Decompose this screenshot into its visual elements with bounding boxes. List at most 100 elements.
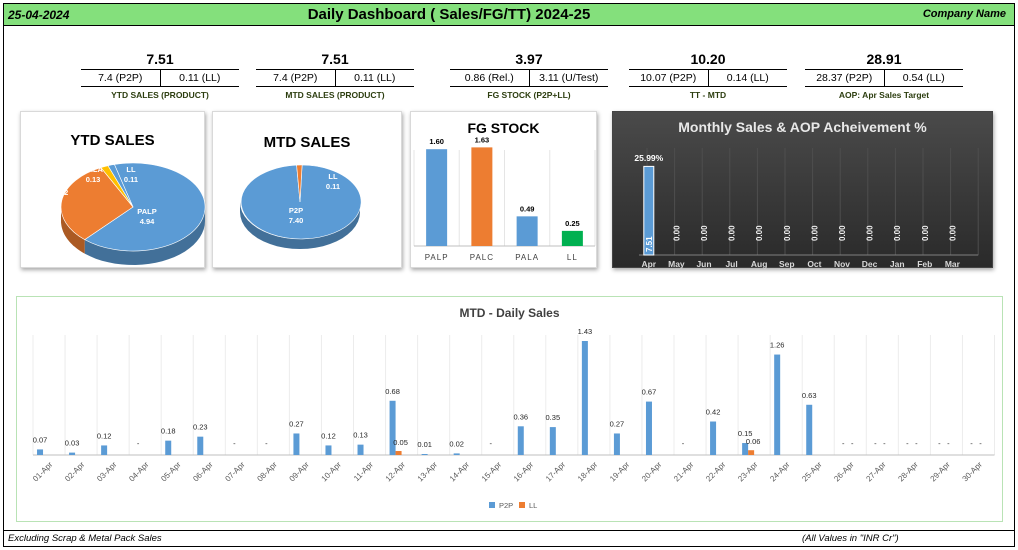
pie-label-value: 7.40: [289, 216, 304, 225]
daily-bar-svg: 0.07 01-Apr 0.03 02-Apr 0.12 03-Apr - 04-Apr 0.1…: [31, 327, 995, 510]
kpi-fg-stock: 3.97 0.86 (Rel.) 3.11 (U/Test) FG STOCK (…: [450, 50, 608, 104]
x-tick-label: Jun: [696, 259, 711, 269]
bar-value-label: 0.00: [672, 225, 681, 241]
x-tick-label: 16-Apr: [512, 460, 536, 484]
x-tick-label: 27-Apr: [864, 460, 888, 484]
bar-value-label: 0.68: [385, 387, 400, 396]
bar-value-label: 0.00: [783, 225, 792, 241]
x-tick-label: 26-Apr: [832, 460, 856, 484]
bar-palp: [426, 149, 448, 246]
kpi-label: TT - MTD: [689, 90, 727, 100]
page-title: Daily Dashboard ( Sales/FG/TT) 2024-25: [307, 6, 591, 23]
kpi-left: 28.37 (P2P): [805, 70, 885, 86]
bar-value-label: 0.00: [866, 225, 875, 241]
bar-value-label: -: [883, 439, 886, 448]
bar-value-label: 0.05: [393, 438, 408, 447]
bar-palc: [471, 147, 493, 246]
pie-label-name: P2P: [289, 206, 303, 215]
bar-value-label: 0.35: [546, 413, 561, 422]
x-tick-label: PALA: [515, 253, 539, 262]
bar-value-label: 0.25: [565, 219, 580, 228]
monthly-bar-svg: 7.51 Apr 0.00 May 0.00 Jun 0.00 Jul 0.00 Aug 0.00 S…: [634, 148, 979, 269]
x-tick-label: LL: [567, 253, 578, 262]
x-tick-label: 19-Apr: [608, 460, 632, 484]
x-tick-label: Dec: [862, 259, 878, 269]
x-tick-label: 15-Apr: [480, 460, 504, 484]
bar-value-label: 7.51: [645, 236, 654, 252]
bar-ll-12-apr: [395, 451, 402, 455]
kpi-right: 0.54 (LL): [902, 72, 945, 84]
bar-value-label: 0.12: [321, 431, 336, 440]
kpi-right: 0.11 (LL): [354, 72, 396, 84]
x-tick-label: 04-Apr: [127, 460, 151, 484]
x-tick-label: 18-Apr: [576, 460, 600, 484]
bar-value-label: 1.26: [770, 341, 785, 350]
x-tick-label: 14-Apr: [448, 460, 472, 484]
kpi-right: 3.11 (U/Test): [539, 72, 599, 84]
bar-pala: [516, 216, 538, 246]
x-tick-label: 11-Apr: [352, 460, 375, 483]
bar-value-label: -: [137, 439, 140, 448]
x-tick-label: 30-Apr: [961, 460, 985, 484]
bar-value-label: 0.00: [921, 225, 930, 241]
x-tick-label: 08-Apr: [255, 460, 279, 484]
bar-value-label: 0.18: [161, 427, 176, 436]
x-tick-label: Feb: [917, 259, 932, 269]
x-tick-label: 22-Apr: [704, 460, 728, 484]
x-tick-label: 10-Apr: [320, 460, 344, 484]
x-tick-label: 06-Apr: [191, 460, 215, 484]
bar-p2p-24-apr: [774, 354, 781, 455]
kpi-left: 0.86 (Rel.): [450, 70, 530, 86]
bar-p2p-10-apr: [325, 445, 332, 455]
x-tick-label: Jul: [725, 259, 737, 269]
bar-value-label: -: [842, 439, 845, 448]
bar-value-label: 0.36: [513, 412, 528, 421]
kpi-value: 3.97: [515, 51, 543, 67]
bar-p2p-18-apr: [581, 341, 588, 455]
kpi-label: FG STOCK (P2P+LL): [487, 90, 571, 100]
x-tick-label: Aug: [751, 259, 768, 269]
x-tick-label: Nov: [834, 259, 850, 269]
bar-value-label: -: [906, 439, 909, 448]
bar-value-label: 0.23: [193, 423, 208, 432]
bar-value-label: -: [970, 439, 973, 448]
bar-p2p-13-apr: [421, 454, 428, 455]
company-name: Company Name: [922, 8, 1006, 20]
kpi-left: 7.4 (P2P): [256, 70, 336, 86]
kpi-label: YTD SALES (PRODUCT): [111, 90, 209, 100]
x-tick-label: 09-Apr: [287, 460, 311, 484]
legend-swatch-p2p: [489, 502, 495, 508]
pie-label-name: PALP: [137, 207, 156, 216]
fg-stock-chart: FG STOCK 1.60 PALP 1.63 PALC 0.49 PALA 0.25 LL: [410, 111, 597, 268]
bar-value-label: 0.49: [520, 204, 535, 213]
x-tick-label: 24-Apr: [768, 460, 792, 484]
x-tick-label: PALP: [425, 253, 449, 262]
bar-value-label: 0.00: [838, 225, 847, 241]
bar-p2p-09-apr: [293, 433, 300, 455]
bar-value-label: 0.06: [746, 437, 761, 446]
x-tick-label: 07-Apr: [223, 460, 247, 484]
bar-p2p-22-apr: [710, 421, 717, 455]
bar-ll: [561, 230, 583, 246]
bar-p2p-05-apr: [165, 440, 172, 455]
bar-value-label: -: [851, 439, 854, 448]
x-tick-label: Sep: [779, 259, 795, 269]
kpi-aop-target: 28.91 28.37 (P2P) 0.54 (LL) AOP: Apr Sale…: [805, 50, 963, 104]
pie-label-name: LL: [126, 165, 136, 174]
bar-p2p-19-apr: [613, 433, 620, 455]
aop-achievement-label: 25.99%: [634, 153, 663, 163]
kpi-right: 0.11 (LL): [179, 72, 221, 84]
bar-value-label: 0.00: [755, 225, 764, 241]
x-tick-label: Jan: [890, 259, 905, 269]
x-tick-label: 17-Apr: [544, 460, 568, 484]
pie-label-name: LL: [328, 172, 338, 181]
kpi-value: 7.51: [146, 51, 174, 67]
legend-swatch-ll: [519, 502, 525, 508]
mtd-sales-chart: MTD SALES P2P 7.40 LL 0.11: [212, 111, 402, 268]
x-tick-label: 02-Apr: [63, 460, 87, 484]
bar-value-label: 0.63: [802, 391, 817, 400]
kpi-left: 7.4 (P2P): [81, 70, 161, 86]
pie-label-value: 2.32: [54, 188, 69, 197]
bar-value-label: 0.01: [417, 440, 432, 449]
bar-value-label: 0.03: [65, 439, 80, 448]
